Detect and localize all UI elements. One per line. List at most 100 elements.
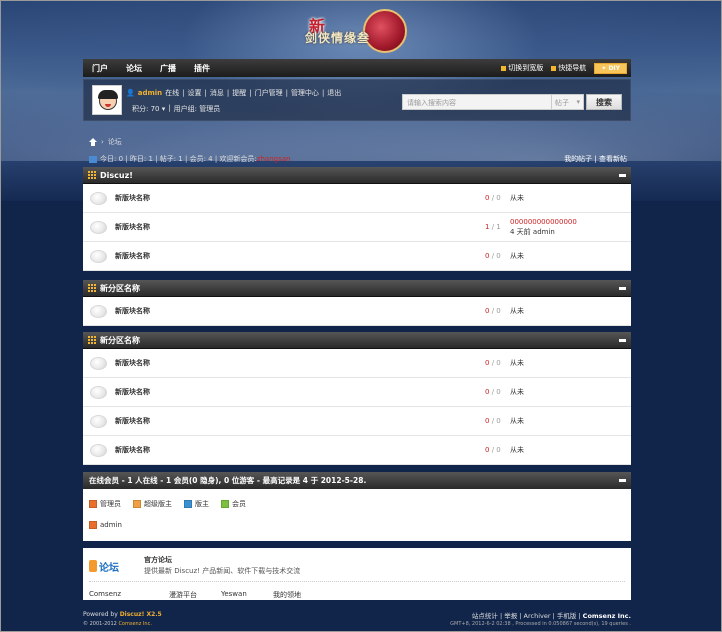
forum-bubble-icon [90, 414, 107, 428]
nav-item-forum[interactable]: 论坛 [126, 63, 142, 74]
link-comsenz[interactable]: Comsenz [89, 590, 169, 600]
switch-width-link[interactable]: 切换到宽版 [501, 63, 543, 73]
link-manyou[interactable]: 漫游平台 [169, 590, 221, 600]
last-post: 000000000000000 4 天前 admin [510, 217, 577, 237]
collapse-icon[interactable] [619, 479, 626, 482]
collapse-icon[interactable] [619, 338, 626, 342]
forum-section: 新分区名称 新版块名称 0 / 0 从未 新版块名称 0 / 0 从未 新版块名… [83, 332, 631, 465]
footer-links[interactable]: 站点统计 | 举报 | Archiver | 手机版 | [472, 612, 583, 620]
breadcrumb: › 论坛 [89, 137, 637, 147]
admin-user-icon [89, 500, 97, 508]
search-scope-select[interactable]: 帖子 ▾ [552, 94, 584, 110]
forum-section: Discuz! 新版块名称 0 / 0 从未 新版块名称 1 / 1 00000… [83, 167, 631, 271]
switch-width-icon [501, 65, 507, 71]
official-forum-logo[interactable]: 论坛 [89, 558, 129, 574]
points-dropdown[interactable]: 积分: 70 ▾ [132, 104, 165, 114]
section-header[interactable]: 新分区名称 [83, 332, 631, 349]
grid-icon [88, 284, 96, 292]
forum-counts: 0 / 0 [485, 446, 501, 454]
forum-name-link[interactable]: 新版块名称 [115, 387, 150, 397]
forum-row: 新版块名称 0 / 0 从未 [83, 297, 631, 326]
new-member-link[interactable]: zhangsan [257, 155, 291, 163]
last-post-time[interactable]: 4 天前 admin [510, 228, 555, 236]
logout-link[interactable]: 退出 [327, 88, 341, 98]
home-icon[interactable] [89, 138, 97, 146]
forum-bubble-icon [90, 191, 107, 205]
notices-link[interactable]: 提醒 [232, 88, 246, 98]
forum-name-link[interactable]: 新版块名称 [115, 416, 150, 426]
stats-chart-icon [89, 155, 97, 163]
forum-row: 新版块名称 0 / 0 从未 [83, 242, 631, 271]
search-bar: 请输入搜索内容 帖子 ▾ 搜索 [402, 94, 622, 110]
comsenz-link[interactable]: Comsenz Inc. [118, 621, 151, 627]
forum-row: 新版块名称 1 / 1 000000000000000 4 天前 admin [83, 213, 631, 242]
last-post-title-link[interactable]: 000000000000000 [510, 218, 577, 226]
forum-bubble-icon [90, 220, 107, 234]
last-post: 从未 [510, 359, 524, 367]
portal-admin-link[interactable]: 门户管理 [255, 88, 283, 98]
last-post: 从未 [510, 388, 524, 396]
last-post: 从未 [510, 446, 524, 454]
online-members: 在线会员 - 1 人在线 - 1 会员(0 隐身), 0 位游客 - 最高记录是… [83, 472, 631, 541]
forum-name-link[interactable]: 新版块名称 [115, 251, 150, 261]
link-mydomain[interactable]: 我的领地 [273, 590, 353, 600]
forum-name-link[interactable]: 新版块名称 [115, 193, 150, 203]
forum-name-link[interactable]: 新版块名称 [115, 306, 150, 316]
group-legend: 管理员 超级版主 版主 会员 [89, 499, 246, 509]
collapse-icon[interactable] [619, 173, 626, 177]
new-posts-link[interactable]: 查看新帖 [599, 155, 627, 163]
user-icon: 👤 [126, 89, 135, 97]
quick-nav-icon [551, 65, 557, 71]
forum-row: 新版块名称 0 / 0 从未 [83, 436, 631, 465]
official-forum-link[interactable]: 官方论坛 [144, 555, 172, 565]
forum-row: 新版块名称 0 / 0 从未 [83, 349, 631, 378]
chevron-down-icon: ▾ [576, 98, 580, 106]
grid-icon [88, 336, 96, 344]
username-link[interactable]: admin [138, 89, 162, 97]
nav-item-broadcast[interactable]: 广播 [160, 63, 176, 74]
footer: Powered by Discuz! X2.5 © 2001-2012 Coms… [83, 611, 631, 627]
breadcrumb-current[interactable]: 论坛 [108, 137, 122, 147]
messages-link[interactable]: 消息 [210, 88, 224, 98]
search-button[interactable]: 搜索 [586, 94, 622, 110]
main-nav: 门户 论坛 广播 插件 切换到宽版 快捷导航 ✦ DIY [83, 59, 631, 77]
forum-counts: 0 / 0 [485, 359, 501, 367]
forum-bubble-icon [90, 385, 107, 399]
avatar[interactable] [92, 85, 122, 115]
forum-row: 新版块名称 0 / 0 从未 [83, 407, 631, 436]
admin-user-icon [89, 521, 97, 529]
forum-row: 新版块名称 0 / 0 从未 [83, 378, 631, 407]
user-group-link[interactable]: 用户组: 管理员 [174, 104, 221, 114]
link-yeswan[interactable]: Yeswan [221, 590, 273, 600]
super-mod-user-icon [133, 500, 141, 508]
last-post: 从未 [510, 252, 524, 260]
admin-center-link[interactable]: 管理中心 [291, 88, 319, 98]
forum-counts: 0 / 0 [485, 417, 501, 425]
forum-name-link[interactable]: 新版块名称 [115, 222, 150, 232]
text-links: Comsenz 漫游平台 Yeswan 我的领地 [89, 590, 353, 600]
forum-counts: 0 / 0 [485, 307, 501, 315]
discuz-link[interactable]: Discuz! X2.5 [120, 611, 162, 618]
section-header[interactable]: Discuz! [83, 167, 631, 184]
quick-nav-link[interactable]: 快捷导航 [551, 63, 586, 73]
forum-section: 新分区名称 新版块名称 0 / 0 从未 [83, 280, 631, 326]
search-input[interactable]: 请输入搜索内容 [402, 94, 552, 110]
last-post: 从未 [510, 307, 524, 315]
section-header[interactable]: 新分区名称 [83, 280, 631, 297]
comsenz-footer-link[interactable]: Comsenz Inc. [583, 612, 631, 620]
nav-item-plugins[interactable]: 插件 [194, 63, 210, 74]
online-header[interactable]: 在线会员 - 1 人在线 - 1 会员(0 隐身), 0 位游客 - 最高记录是… [83, 472, 631, 489]
my-posts-link[interactable]: 我的帖子 [564, 155, 592, 163]
diy-button[interactable]: ✦ DIY [594, 62, 627, 74]
user-panel: 👤 admin 在线 | 设置 | 消息 | 提醒 | 门户管理 | 管理中心 | 退出 积… [83, 79, 631, 121]
last-post: 从未 [510, 194, 524, 202]
online-status[interactable]: 在线 [165, 88, 179, 98]
online-user[interactable]: admin [89, 521, 122, 529]
forum-row: 新版块名称 0 / 0 从未 [83, 184, 631, 213]
collapse-icon[interactable] [619, 286, 626, 290]
settings-link[interactable]: 设置 [188, 88, 202, 98]
forum-name-link[interactable]: 新版块名称 [115, 358, 150, 368]
forum-name-link[interactable]: 新版块名称 [115, 445, 150, 455]
site-logo[interactable]: 新 剑侠情缘叁 [301, 7, 421, 57]
nav-item-portal[interactable]: 门户 [92, 63, 108, 74]
